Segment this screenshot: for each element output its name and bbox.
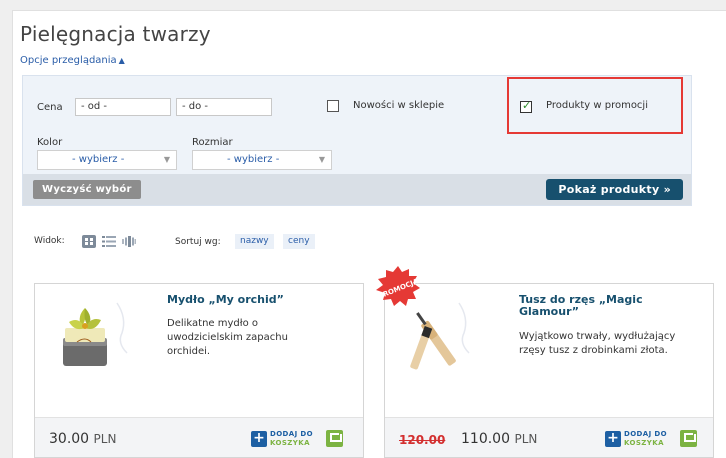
plus-icon: + <box>251 431 267 447</box>
triangle-up-icon: ▲ <box>118 56 125 65</box>
cart-basket-icon <box>680 430 697 447</box>
add-to-cart-line2: KOSZYKA <box>624 439 664 447</box>
product-card-footer: 120.00 110.00 PLN + DODAJ DO KOSZYKA <box>385 417 713 457</box>
view-options-label: Opcje przeglądania <box>20 55 117 66</box>
chevron-down-icon: ▼ <box>318 155 325 164</box>
sort-label: Sortuj wg: <box>175 237 221 247</box>
price-label: Cena <box>37 102 63 113</box>
page-title: Pielęgnacja twarzy <box>20 22 211 46</box>
product-price: 30.00 PLN <box>49 431 116 447</box>
show-products-button[interactable]: Pokaż produkty » <box>546 179 683 200</box>
price-value: 30.00 <box>49 431 90 447</box>
product-description: Delikatne mydło o uwodzicielskim zapachu… <box>167 317 288 359</box>
price-from-input[interactable]: - od - <box>75 98 171 116</box>
price-currency: PLN <box>514 432 538 446</box>
plus-icon: + <box>605 431 621 447</box>
description-line: rzęsy tusz z drobinkami złota. <box>519 345 668 356</box>
product-old-price: 120.00 <box>399 433 446 447</box>
new-in-store-checkbox[interactable] <box>327 100 339 112</box>
add-to-cart-line1: DODAJ DO <box>624 430 667 438</box>
description-line: Delikatne mydło o <box>167 318 259 329</box>
color-select[interactable]: - wybierz - ▼ <box>37 150 177 170</box>
product-name-line: Glamour” <box>519 305 579 318</box>
add-to-cart-line2: KOSZYKA <box>270 439 310 447</box>
price-to-input[interactable]: - do - <box>176 98 272 116</box>
description-line: Wyjątkowo trwały, wydłużający <box>519 331 676 342</box>
view-options-toggle[interactable]: Opcje przeglądania ▲ <box>20 55 125 66</box>
product-image-mascara[interactable] <box>399 298 489 378</box>
new-in-store-label: Nowości w sklepie <box>353 100 445 111</box>
product-description: Wyjątkowo trwały, wydłużający rzęsy tusz… <box>519 330 675 358</box>
chevron-down-icon: ▼ <box>163 155 170 164</box>
carousel-view-icon[interactable] <box>122 235 136 248</box>
add-to-cart-label: DODAJ DO KOSZYKA <box>624 430 667 448</box>
product-card-mascara: Tusz do rzęs „Magic Glamour” Wyjątkowo t… <box>384 283 714 458</box>
size-select[interactable]: - wybierz - ▼ <box>192 150 332 170</box>
add-to-cart-label: DODAJ DO KOSZYKA <box>270 430 313 448</box>
view-label: Widok: <box>34 236 65 246</box>
product-name[interactable]: Mydło „My orchid” <box>167 294 284 306</box>
clear-selection-button[interactable]: Wyczyść wybór <box>33 180 141 199</box>
size-label: Rozmiar <box>192 137 233 148</box>
add-to-cart-line1: DODAJ DO <box>270 430 313 438</box>
grid-view-icon[interactable] <box>82 235 96 248</box>
sort-by-price-link[interactable]: ceny <box>283 234 315 249</box>
color-label: Kolor <box>37 137 63 148</box>
product-name[interactable]: Tusz do rzęs „Magic Glamour” <box>519 294 643 318</box>
price-value: 110.00 <box>461 431 510 447</box>
add-to-cart-button[interactable]: + DODAJ DO KOSZYKA <box>251 430 343 448</box>
product-card-soap: Mydło „My orchid” Delikatne mydło o uwod… <box>34 283 364 458</box>
promo-badge: PROMOCJA <box>376 266 420 306</box>
sort-by-name-link[interactable]: nazwy <box>235 234 274 249</box>
filter-action-bar: Wyczyść wybór Pokaż produkty » <box>23 174 691 205</box>
product-card-footer: 30.00 PLN + DODAJ DO KOSZYKA <box>35 417 363 457</box>
product-image-soap[interactable] <box>47 298 137 378</box>
description-line: uwodzicielskim zapachu <box>167 332 288 343</box>
cart-basket-icon <box>326 430 343 447</box>
list-view-icon[interactable] <box>102 235 116 248</box>
add-to-cart-button[interactable]: + DODAJ DO KOSZYKA <box>605 430 697 448</box>
size-select-value: - wybierz - <box>227 154 280 165</box>
highlight-annotation-box <box>507 77 683 134</box>
price-currency: PLN <box>93 432 117 446</box>
product-price: 110.00 PLN <box>461 431 537 447</box>
description-line: orchidei. <box>167 346 211 357</box>
color-select-value: - wybierz - <box>72 154 125 165</box>
